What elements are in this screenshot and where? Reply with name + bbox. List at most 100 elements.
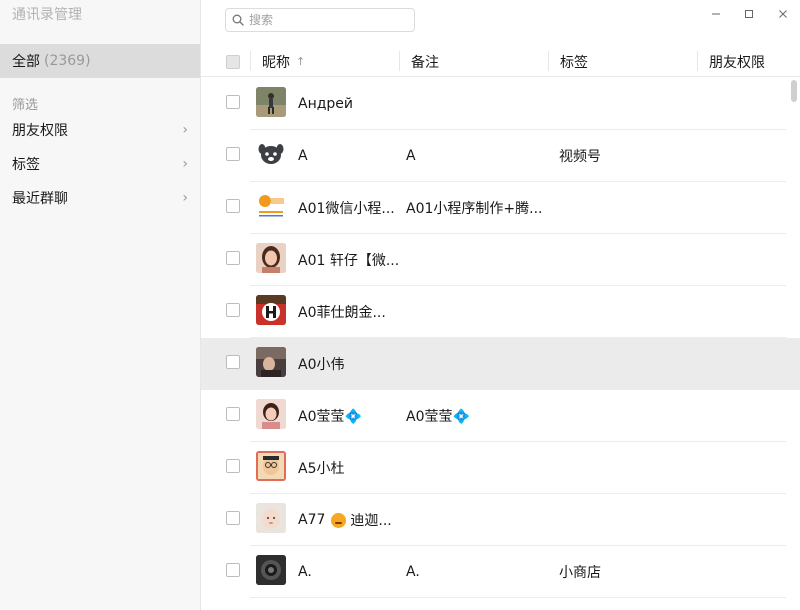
select-all-checkbox[interactable]	[226, 46, 240, 77]
row-checkbox[interactable]	[226, 563, 240, 577]
contact-tag: 小商店	[559, 565, 601, 581]
row-checkbox[interactable]	[226, 199, 240, 213]
avatar	[256, 243, 286, 273]
row-checkbox[interactable]	[226, 95, 240, 109]
nickname-text: A0莹莹💠	[298, 409, 362, 425]
main-panel: 昵称 ↑ 备注 标签 朋友权限 АндрейAA视频号A01微信小程...A01…	[201, 0, 800, 610]
sidebar-item-all-label: 全部	[12, 54, 40, 70]
close-button[interactable]	[770, 4, 796, 24]
table-row[interactable]: A0小伟	[201, 338, 800, 390]
sidebar-item-label: 朋友权限	[12, 123, 68, 139]
nickname-text: A0小伟	[298, 357, 345, 373]
avatar	[256, 451, 286, 481]
avatar	[256, 347, 286, 377]
contact-remark	[406, 286, 546, 338]
contact-remark	[406, 494, 546, 546]
minimize-button[interactable]	[703, 4, 729, 24]
chevron-right-icon: ›	[182, 122, 188, 138]
table-row[interactable]: A5小杜	[201, 442, 800, 494]
contact-tag	[559, 390, 699, 442]
nickname-text: A.	[298, 564, 312, 580]
row-checkbox[interactable]	[226, 511, 240, 525]
contact-nickname: A5小杜	[298, 442, 398, 494]
close-icon	[779, 10, 787, 18]
nickname-text: A01 轩仔【微...	[298, 253, 398, 269]
contact-remark: A.	[406, 564, 420, 580]
checkbox[interactable]	[226, 54, 240, 69]
sidebar-item-label: 标签	[12, 157, 40, 173]
contact-nickname: A.	[298, 546, 398, 598]
table-row[interactable]: A77 迪迦...	[201, 494, 800, 546]
chevron-right-icon: ›	[182, 156, 188, 172]
filter-heading: 筛选	[12, 98, 39, 113]
nickname-text: A	[298, 148, 308, 164]
column-header-label: 备注	[411, 54, 439, 71]
scrollbar-thumb[interactable]	[791, 80, 797, 102]
row-checkbox[interactable]	[226, 303, 240, 317]
avatar	[256, 555, 286, 585]
nickname-text: A77	[298, 512, 326, 528]
row-checkbox[interactable]	[226, 355, 240, 369]
contact-nickname: A0莹莹💠	[298, 390, 398, 442]
column-header-label: 昵称	[262, 54, 290, 71]
sidebar-item-friend-permission[interactable]: 朋友权限 ›	[0, 117, 200, 143]
column-divider[interactable]	[548, 51, 549, 71]
minimize-icon	[712, 13, 720, 15]
angry-emoji-icon	[331, 512, 347, 528]
contact-count: (2369)	[44, 53, 91, 69]
row-checkbox[interactable]	[226, 251, 240, 265]
row-checkbox[interactable]	[226, 407, 240, 421]
contact-remark	[406, 234, 546, 286]
contact-nickname: A01微信小程...	[298, 182, 398, 234]
avatar	[256, 295, 286, 325]
app-title: 通讯录管理	[12, 7, 82, 23]
avatar	[256, 139, 286, 169]
contact-remark: A	[406, 148, 416, 164]
contact-tag	[559, 234, 699, 286]
table-row[interactable]: A A 视频号	[201, 130, 800, 182]
avatar	[256, 503, 286, 533]
table-row[interactable]: A01 轩仔【微...	[201, 234, 800, 286]
contact-remark	[406, 442, 546, 494]
chevron-right-icon: ›	[182, 190, 188, 206]
contact-tag	[559, 338, 699, 390]
table-row[interactable]: A0莹莹💠 A0莹莹💠	[201, 390, 800, 442]
column-divider[interactable]	[399, 51, 400, 71]
nickname-text: A0菲仕朗金...	[298, 305, 386, 321]
contact-nickname: A77 迪迦...	[298, 494, 398, 546]
contact-remark	[406, 78, 546, 130]
row-divider	[250, 597, 786, 598]
contact-remark: A01小程序制作+腾...	[406, 201, 543, 217]
maximize-button[interactable]	[736, 4, 762, 24]
sidebar-item-label: 最近群聊	[12, 191, 68, 207]
sidebar-item-recent-groups[interactable]: 最近群聊 ›	[0, 185, 200, 211]
column-header-tag[interactable]: 标签	[560, 46, 588, 77]
sidebar-item-all[interactable]: 全部 (2369)	[0, 44, 200, 78]
table-row[interactable]: A01微信小程... A01小程序制作+腾...	[201, 182, 800, 234]
sidebar-item-tags[interactable]: 标签 ›	[0, 151, 200, 177]
contact-tag	[559, 286, 699, 338]
avatar	[256, 87, 286, 117]
sort-ascending-icon: ↑	[296, 55, 306, 68]
row-checkbox[interactable]	[226, 147, 240, 161]
column-divider[interactable]	[697, 51, 698, 71]
row-checkbox[interactable]	[226, 459, 240, 473]
search-box[interactable]	[225, 8, 415, 32]
nickname-text: A01微信小程...	[298, 201, 395, 217]
nickname-suffix: 迪迦...	[350, 513, 392, 529]
search-input[interactable]	[249, 13, 409, 27]
contact-remark: A0莹莹💠	[406, 409, 470, 425]
column-header-remark[interactable]: 备注	[411, 46, 439, 77]
contact-tag	[559, 442, 699, 494]
table-row[interactable]: Андрей	[201, 78, 800, 130]
column-divider	[250, 51, 251, 71]
contact-nickname: Андрей	[298, 78, 398, 130]
column-header-nickname[interactable]: 昵称 ↑	[262, 46, 305, 77]
maximize-icon	[745, 10, 753, 18]
table-row[interactable]: A0菲仕朗金...	[201, 286, 800, 338]
nickname-text: A5小杜	[298, 461, 345, 477]
contact-nickname: A0菲仕朗金...	[298, 286, 398, 338]
contact-nickname: A0小伟	[298, 338, 398, 390]
table-row[interactable]: A. A. 小商店	[201, 546, 800, 598]
column-header-friend-permission[interactable]: 朋友权限	[709, 46, 765, 77]
